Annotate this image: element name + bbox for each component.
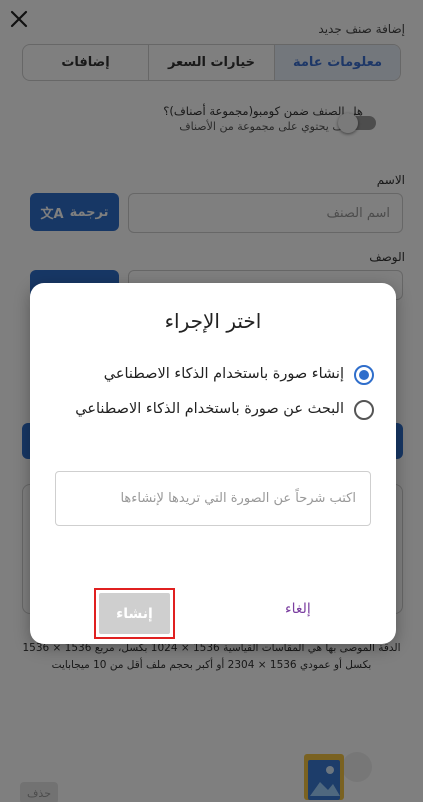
choose-action-dialog: اختر الإجراء إنشاء صورة باستخدام الذكاء … xyxy=(30,283,396,644)
option-search-label: البحث عن صورة باستخدام الذكاء الاصطناعي xyxy=(75,401,344,417)
image-prompt-input[interactable]: اكتب شرحاً عن الصورة التي تريدها لإنشاءه… xyxy=(55,471,371,526)
option-search-image[interactable]: البحث عن صورة باستخدام الذكاء الاصطناعي xyxy=(74,398,374,420)
dialog-title: اختر الإجراء xyxy=(164,309,262,333)
create-button[interactable]: إنشاء xyxy=(99,593,170,634)
create-button-highlight: إنشاء xyxy=(94,588,175,639)
radio-generate-image[interactable] xyxy=(354,365,374,385)
cancel-button[interactable]: إلغاء xyxy=(285,601,311,617)
radio-search-image[interactable] xyxy=(354,400,374,420)
option-generate-image[interactable]: إنشاء صورة باستخدام الذكاء الاصطناعي xyxy=(104,363,374,385)
option-generate-label: إنشاء صورة باستخدام الذكاء الاصطناعي xyxy=(103,366,344,382)
